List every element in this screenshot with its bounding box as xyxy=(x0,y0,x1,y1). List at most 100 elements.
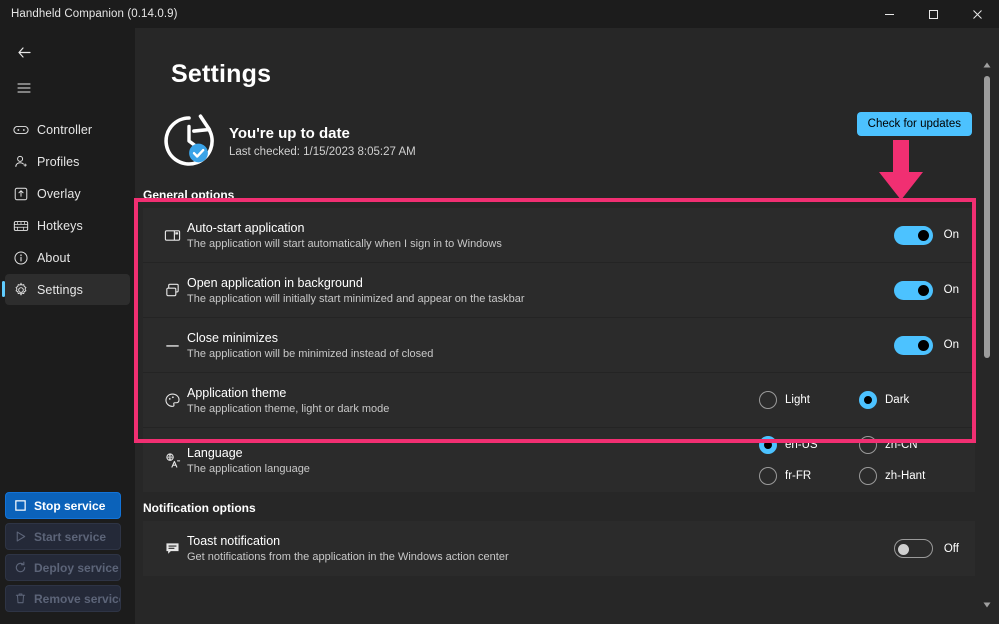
radio-button xyxy=(759,466,777,485)
service-button-label: Stop service xyxy=(34,498,106,513)
minimize-button[interactable] xyxy=(867,0,911,28)
setting-description: The application will initially start min… xyxy=(187,292,525,305)
setting-text-block: Application theme The application theme,… xyxy=(187,386,759,415)
remove-service-button[interactable]: Remove service xyxy=(5,585,121,612)
main-content: Settings You're up to date Last checked:… xyxy=(135,28,999,624)
radio-button xyxy=(859,466,877,485)
window-title: Handheld Companion (0.14.0.9) xyxy=(11,8,178,20)
setting-title: Open application in background xyxy=(187,275,363,290)
language-option-zh-cn[interactable]: zh-CN xyxy=(859,435,959,454)
notification-options-group: Toast notification Get notifications fro… xyxy=(143,521,975,576)
radio-label: Dark xyxy=(885,394,910,406)
auto-start-toggle[interactable] xyxy=(893,225,933,245)
setting-description: Get notifications from the application i… xyxy=(187,551,509,563)
profiles-icon xyxy=(5,154,37,170)
setting-title: Toast notification xyxy=(187,534,281,548)
controller-icon xyxy=(5,122,37,138)
setting-row-application-theme[interactable]: Application theme The application theme,… xyxy=(143,373,975,428)
language-option-en-us[interactable]: en-US xyxy=(759,435,859,454)
setting-row-language[interactable]: Language The application language en-US … xyxy=(143,428,975,492)
background-windows-icon xyxy=(157,282,187,299)
radio-label: Light xyxy=(785,394,810,406)
toggle-knob xyxy=(917,284,929,296)
service-button-label: Remove service xyxy=(34,591,121,606)
theme-option-light[interactable]: Light xyxy=(759,391,859,409)
close-minimizes-toggle[interactable] xyxy=(893,335,933,355)
service-buttons: Stop service Start service Deploy servic… xyxy=(5,492,121,616)
scroll-down-arrow-icon[interactable] xyxy=(975,594,999,616)
language-option-fr-fr[interactable]: fr-FR xyxy=(759,466,859,485)
radio-label: zh-Hant xyxy=(885,469,926,482)
setting-description: The application language xyxy=(187,462,310,475)
scroll-up-arrow-icon[interactable] xyxy=(975,54,999,76)
sidebar-item-profiles[interactable]: Profiles xyxy=(5,146,130,177)
setting-row-open-background[interactable]: Open application in background The appli… xyxy=(143,263,975,318)
setting-description: The application theme, light or dark mod… xyxy=(187,402,390,415)
setting-row-toast-notification[interactable]: Toast notification Get notifications fro… xyxy=(143,521,975,576)
vertical-scrollbar[interactable] xyxy=(975,28,999,624)
title-bar: Handheld Companion (0.14.0.9) xyxy=(0,0,999,28)
language-option-zh-hant[interactable]: zh-Hant xyxy=(859,466,959,485)
check-for-updates-button[interactable]: Check for updates xyxy=(856,112,972,136)
sidebar-item-label: Settings xyxy=(37,282,83,297)
radio-label: zh-CN xyxy=(885,438,918,451)
sidebar-item-label: Profiles xyxy=(37,154,80,169)
sidebar-item-controller[interactable]: Controller xyxy=(5,114,130,145)
page-title: Settings xyxy=(171,60,272,88)
back-button[interactable] xyxy=(2,34,46,70)
scrollbar-thumb[interactable] xyxy=(984,76,990,358)
toggle-state-label: On xyxy=(943,339,959,351)
sidebar-item-overlay[interactable]: Overlay xyxy=(5,178,130,209)
toggle-knob xyxy=(917,229,929,241)
toast-notification-toggle[interactable] xyxy=(893,539,933,558)
toggle-state-label: Off xyxy=(943,542,959,555)
setting-row-auto-start[interactable]: Auto-start application The application w… xyxy=(143,208,975,263)
open-background-toggle[interactable] xyxy=(893,280,933,300)
back-arrow-icon xyxy=(17,46,31,58)
radio-button xyxy=(859,391,877,409)
sidebar-nav-list: Controller Profiles Overlay Hotkeys Abou… xyxy=(0,114,135,305)
maximize-icon xyxy=(928,9,938,19)
toast-notification-icon xyxy=(157,540,187,557)
menu-button[interactable] xyxy=(2,70,46,106)
sidebar-item-settings[interactable]: Settings xyxy=(2,274,130,305)
theme-radio-group: Light Dark xyxy=(759,391,959,409)
setting-description: The application will be minimized instea… xyxy=(187,347,434,360)
setting-control: On xyxy=(893,280,959,300)
start-service-button[interactable]: Start service xyxy=(5,523,121,550)
setting-control: Off xyxy=(893,539,959,558)
section-header-notification: Notification options xyxy=(143,501,256,515)
toggle-knob xyxy=(917,339,929,351)
setting-row-close-minimizes[interactable]: Close minimizes The application will be … xyxy=(143,318,975,373)
service-button-label: Start service xyxy=(34,529,107,544)
deploy-service-button[interactable]: Deploy service xyxy=(5,554,121,581)
sidebar-item-label: Controller xyxy=(37,122,93,137)
setting-text-block: Language The application language xyxy=(187,446,759,475)
update-last-checked: Last checked: 1/15/2023 8:05:27 AM xyxy=(229,145,416,158)
sidebar-item-hotkeys[interactable]: Hotkeys xyxy=(5,210,130,241)
sidebar-item-label: Overlay xyxy=(37,186,81,201)
setting-title: Close minimizes xyxy=(187,330,278,345)
setting-title: Auto-start application xyxy=(187,220,305,235)
toggle-state-label: On xyxy=(943,229,959,241)
setting-text-block: Toast notification Get notifications fro… xyxy=(187,534,894,563)
hotkeys-icon xyxy=(5,218,37,234)
setting-description: The application will start automatically… xyxy=(187,237,502,250)
general-options-group: Auto-start application The application w… xyxy=(143,208,975,492)
radio-button xyxy=(859,435,877,454)
sidebar-item-about[interactable]: About xyxy=(5,242,130,273)
maximize-button[interactable] xyxy=(911,0,955,28)
play-triangle-icon xyxy=(6,530,34,543)
minimize-icon xyxy=(884,13,894,15)
setting-text-block: Open application in background The appli… xyxy=(187,276,894,305)
refresh-icon xyxy=(6,561,34,574)
toggle-state-label: On xyxy=(943,284,959,296)
overlay-icon xyxy=(5,186,37,202)
window-controls xyxy=(867,0,999,28)
setting-text-block: Auto-start application The application w… xyxy=(187,221,894,250)
close-button[interactable] xyxy=(955,0,999,28)
application-window: Handheld Companion (0.14.0.9) Controller… xyxy=(0,0,999,624)
stop-service-button[interactable]: Stop service xyxy=(5,492,121,519)
theme-option-dark[interactable]: Dark xyxy=(859,391,959,409)
setting-text-block: Close minimizes The application will be … xyxy=(187,331,894,360)
